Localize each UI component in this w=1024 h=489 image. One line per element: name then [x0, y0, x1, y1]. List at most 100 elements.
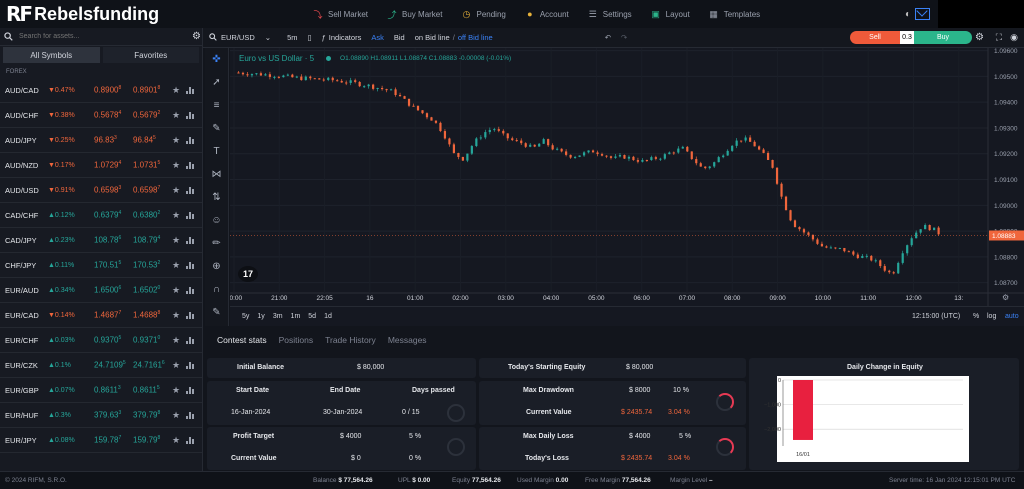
chevron-down-icon[interactable]: ⌄: [265, 33, 271, 42]
candle-type-icon[interactable]: ▯: [307, 33, 311, 42]
tab-contest-stats[interactable]: Contest stats: [217, 335, 267, 345]
ask-price[interactable]: 0.89018: [133, 85, 160, 95]
bid-price[interactable]: 1.07294: [94, 160, 121, 170]
ruler-icon[interactable]: ✏: [205, 232, 228, 255]
star-icon[interactable]: ★: [172, 160, 180, 171]
account-box[interactable]: [938, 0, 1024, 28]
symbol-row[interactable]: CAD/JPY ▲0.23% 108.786 108.794 ★: [0, 228, 202, 253]
log-toggle[interactable]: log: [987, 313, 996, 320]
nav-settings[interactable]: ☰ Settings: [587, 8, 632, 20]
zoom-in-icon[interactable]: ⊕: [205, 255, 228, 278]
tab-trade-history[interactable]: Trade History: [325, 335, 376, 345]
symbol-row[interactable]: CHF/JPY ▲0.11% 170.515 170.532 ★: [0, 253, 202, 278]
chart-bars-icon[interactable]: [186, 86, 194, 94]
emoji-icon[interactable]: ☺: [205, 209, 228, 232]
price-chart[interactable]: 1.09600 1.09500 1.09400 1.09300 1.09200 1.091…: [230, 48, 1024, 326]
star-icon[interactable]: ★: [172, 110, 180, 121]
symbol-row[interactable]: EUR/CZK ▲0.1% 24.71095 24.71616 ★: [0, 353, 202, 378]
symbol-row[interactable]: EUR/HUF ▲0.3% 379.633 379.798 ★: [0, 403, 202, 428]
chart-bars-icon[interactable]: [186, 236, 194, 244]
tab-positions[interactable]: Positions: [279, 335, 314, 345]
ask-price[interactable]: 0.93710: [133, 335, 160, 345]
bid-button[interactable]: Bid: [394, 33, 405, 42]
search-input[interactable]: [19, 33, 179, 40]
symbol-row[interactable]: EUR/CHF ▲0.03% 0.93705 0.93710 ★: [0, 328, 202, 353]
brush-icon[interactable]: ✎: [205, 117, 228, 140]
chart-svg[interactable]: 1.09600 1.09500 1.09400 1.09300 1.09200 1.091…: [230, 48, 1024, 326]
star-icon[interactable]: ★: [172, 360, 180, 371]
chart-bars-icon[interactable]: [186, 161, 194, 169]
nav-buy-market[interactable]: ⤴ Buy Market: [386, 8, 443, 20]
trend-line-icon[interactable]: ➚: [205, 71, 228, 94]
ask-price[interactable]: 0.65987: [133, 185, 160, 195]
range-5d[interactable]: 5d: [308, 313, 316, 320]
range-3m[interactable]: 3m: [273, 313, 283, 320]
star-icon[interactable]: ★: [172, 410, 180, 421]
chart-bars-icon[interactable]: [186, 286, 194, 294]
nav-pending[interactable]: ◷ Pending: [460, 8, 506, 20]
lock-drawing-icon[interactable]: ✎: [205, 301, 228, 324]
star-icon[interactable]: ★: [172, 435, 180, 446]
nav-layout[interactable]: ▣ Layout: [650, 8, 689, 20]
symbol-row[interactable]: AUD/NZD ▼0.17% 1.07294 1.07315 ★: [0, 153, 202, 178]
ask-price[interactable]: 170.532: [133, 260, 160, 270]
buy-button[interactable]: Buy: [914, 31, 972, 44]
ask-price[interactable]: 1.65020: [133, 285, 160, 295]
pattern-icon[interactable]: ⋈: [205, 163, 228, 186]
camera-icon[interactable]: ◉: [1010, 32, 1018, 43]
redo-icon[interactable]: ↷: [621, 33, 627, 42]
range-1y[interactable]: 1y: [257, 313, 264, 320]
undo-icon[interactable]: ↶: [605, 33, 611, 42]
on-bid-line-button[interactable]: on Bid line: [415, 33, 450, 42]
star-icon[interactable]: ★: [172, 260, 180, 271]
ask-price[interactable]: 379.798: [133, 410, 160, 420]
gear-icon[interactable]: ⚙: [192, 31, 201, 42]
nav-templates[interactable]: ▦ Templates: [708, 8, 760, 20]
ask-price[interactable]: 24.71616: [133, 360, 165, 370]
bid-price[interactable]: 0.86113: [94, 385, 121, 395]
chart-bars-icon[interactable]: [186, 361, 194, 369]
chart-bars-icon[interactable]: [186, 336, 194, 344]
off-bid-line-button[interactable]: off Bid line: [458, 33, 493, 42]
chart-settings-icon[interactable]: ⚙: [975, 32, 984, 43]
ask-price[interactable]: 159.798: [133, 435, 160, 445]
chart-bars-icon[interactable]: [186, 386, 194, 394]
horizontal-lines-icon[interactable]: ≡: [205, 94, 228, 117]
crosshair-icon[interactable]: ✜: [205, 48, 228, 71]
bid-price[interactable]: 170.515: [94, 260, 121, 270]
ask-price[interactable]: 0.56792: [133, 110, 160, 120]
brand-logo[interactable]: RF Rebelsfunding: [6, 2, 159, 26]
symbol-row[interactable]: AUD/USD ▼0.91% 0.65983 0.65987 ★: [0, 178, 202, 203]
ask-price[interactable]: 108.794: [133, 235, 160, 245]
ask-button[interactable]: Ask: [371, 33, 384, 42]
symbol-row[interactable]: AUD/JPY ▼0.25% 96.833 96.845 ★: [0, 128, 202, 153]
chart-bars-icon[interactable]: [186, 136, 194, 144]
symbol-select[interactable]: EUR/USD: [221, 33, 255, 42]
sell-button[interactable]: Sell: [850, 31, 900, 44]
bid-price[interactable]: 379.633: [94, 410, 121, 420]
mail-icon[interactable]: [915, 8, 930, 20]
interval-button[interactable]: 5m: [287, 33, 297, 42]
bid-price[interactable]: 0.65983: [94, 185, 121, 195]
tab-messages[interactable]: Messages: [388, 335, 427, 345]
star-icon[interactable]: ★: [172, 135, 180, 146]
nav-sell-market[interactable]: ⤵ Sell Market: [312, 8, 368, 20]
ask-price[interactable]: 0.63802: [133, 210, 160, 220]
text-icon[interactable]: T: [205, 140, 228, 163]
bid-price[interactable]: 159.787: [94, 435, 121, 445]
bid-price[interactable]: 1.65006: [94, 285, 121, 295]
indicators-button[interactable]: Indicators: [329, 33, 362, 42]
symbol-row[interactable]: EUR/JPY ▲0.08% 159.787 159.798 ★: [0, 428, 202, 453]
indicators-icon[interactable]: ƒ: [322, 33, 326, 42]
forecast-icon[interactable]: ⇅: [205, 186, 228, 209]
ask-price[interactable]: 1.46888: [133, 310, 160, 320]
chart-bars-icon[interactable]: [186, 261, 194, 269]
star-icon[interactable]: ★: [172, 85, 180, 96]
symbol-row[interactable]: AUD/CAD ▼0.47% 0.89008 0.89018 ★: [0, 78, 202, 103]
range-1m[interactable]: 1m: [291, 313, 301, 320]
bid-price[interactable]: 1.46877: [94, 310, 121, 320]
symbol-row[interactable]: EUR/CAD ▼0.14% 1.46877 1.46888 ★: [0, 303, 202, 328]
chart-bars-icon[interactable]: [186, 211, 194, 219]
chart-bars-icon[interactable]: [186, 436, 194, 444]
theme-toggle-icon[interactable]: ◐: [905, 9, 911, 20]
